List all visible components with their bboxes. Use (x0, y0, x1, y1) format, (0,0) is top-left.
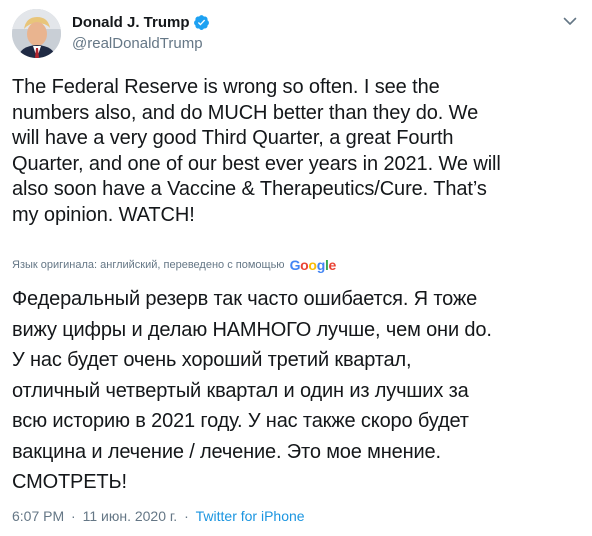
verified-badge-icon (193, 14, 210, 31)
avatar[interactable] (12, 9, 61, 58)
tweet-header: Donald J. Trump @realDonaldTrump (12, 9, 580, 59)
chevron-down-icon[interactable] (562, 13, 578, 29)
google-wordmark: Google (289, 257, 337, 273)
translation-note: Язык оригинала: английский, переведено с… (12, 257, 336, 273)
tweet-date[interactable]: 11 июн. 2020 г. (83, 508, 178, 524)
google-logo-letter: e (328, 257, 337, 273)
google-logo-letter: o (308, 257, 317, 273)
google-logo-letter: G (289, 257, 301, 273)
name-row: Donald J. Trump (72, 12, 210, 32)
user-names: Donald J. Trump @realDonaldTrump (72, 12, 210, 52)
tweet-source-link[interactable]: Twitter for iPhone (196, 508, 305, 524)
tweet-card: Donald J. Trump @realDonaldTrump The Fed… (0, 0, 592, 536)
translated-text: Федеральный резерв так часто ошибается. … (12, 288, 492, 493)
translation-label: Язык оригинала: английский, переведено с… (12, 259, 285, 271)
user-handle[interactable]: @realDonaldTrump (72, 35, 210, 52)
tweet-text: The Federal Reserve is wrong so often. I… (12, 76, 501, 226)
google-logo-letter: g (316, 257, 326, 273)
meta-separator: · (71, 508, 76, 524)
meta-separator: · (184, 508, 189, 524)
display-name[interactable]: Donald J. Trump (72, 14, 190, 31)
google-logo[interactable]: Google (289, 257, 337, 273)
tweet-time[interactable]: 6:07 PM (12, 508, 64, 524)
tweet-meta: 6:07 PM · 11 июн. 2020 г. · Twitter for … (12, 508, 305, 524)
